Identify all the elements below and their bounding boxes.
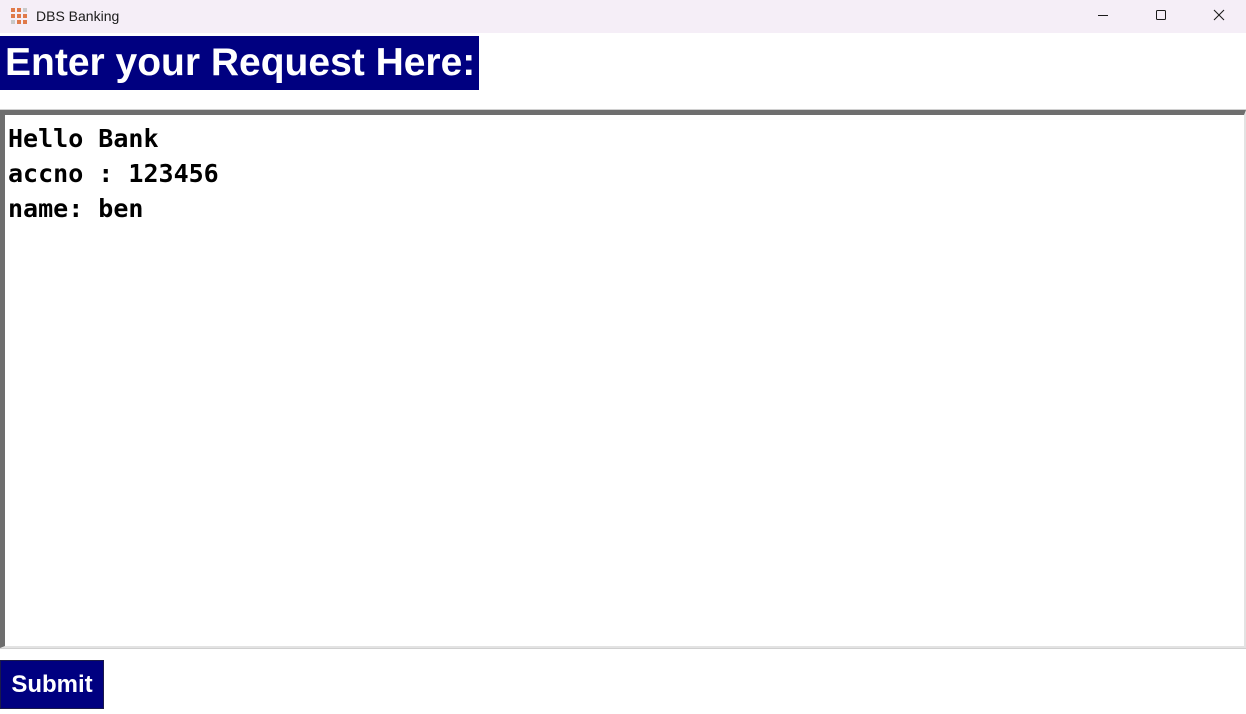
minimize-icon [1097,8,1109,26]
close-button[interactable] [1190,0,1246,33]
app-icon [10,7,28,25]
maximize-button[interactable] [1132,0,1190,33]
request-textarea-frame: Hello Bank accno : 123456 name: ben [0,109,1246,649]
window-title: DBS Banking [36,8,120,24]
request-textarea[interactable]: Hello Bank accno : 123456 name: ben [5,115,1244,646]
app-window: DBS Banking Enter your Request Here: Hel… [0,0,1246,714]
request-heading: Enter your Request Here: [0,36,480,90]
title-bar[interactable]: DBS Banking [0,0,1246,33]
submit-button[interactable]: Submit [0,660,104,709]
maximize-icon [1155,8,1167,26]
minimize-button[interactable] [1074,0,1132,33]
close-icon [1213,8,1225,26]
